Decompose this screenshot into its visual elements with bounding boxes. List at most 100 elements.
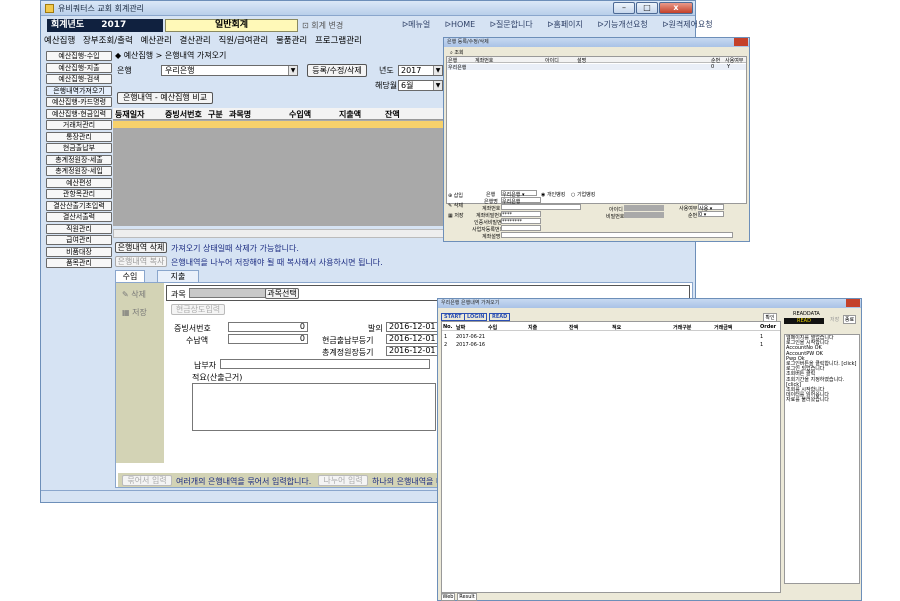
subject-select-button[interactable]: 과목선택 (265, 288, 299, 299)
form-bank-select[interactable]: 우리은행 ▾ (501, 190, 537, 198)
result-grid[interactable]: No. 날짜 수입 지출 잔액 적요 거래구분 거래금액 Order 1 201… (441, 321, 781, 593)
memo-textarea[interactable] (192, 383, 436, 431)
link-homepage[interactable]: ᐅ홈페이지 (547, 20, 589, 29)
col-no[interactable]: No. (443, 324, 453, 330)
col-balance[interactable]: 잔액 (569, 324, 578, 331)
link-remote-control[interactable]: ᐅ원격제어요청 (662, 20, 718, 29)
sidebar-item-account[interactable]: 통장관리 (46, 131, 112, 142)
tab-result[interactable]: Result (457, 593, 477, 601)
form-use-select[interactable]: 사용 ▾ (698, 204, 724, 212)
cash-input-button[interactable]: 현금상도입력 (171, 304, 225, 315)
col-type[interactable]: 구분 (208, 109, 223, 120)
minimize-button[interactable]: – (613, 2, 635, 14)
tab-expense[interactable]: 지출 (157, 270, 199, 282)
sidebar-item-expense[interactable]: 예산집행-지출 (46, 62, 112, 73)
save-button[interactable]: ▦ 저장 (448, 212, 464, 219)
col-date[interactable]: 등재일자 (115, 109, 144, 120)
col-trade-type[interactable]: 거래구분 (673, 324, 691, 331)
sidebar-item-settle-input[interactable]: 결산산출기초입력 (46, 200, 112, 211)
sidebar-item-items[interactable]: 품목관리 (46, 258, 112, 268)
form-acct-pw-input[interactable]: **** (501, 211, 541, 218)
col-trade-amount[interactable]: 거래금액 (714, 324, 732, 331)
sidebar-item-budget-plan[interactable]: 예산편성 (46, 177, 112, 188)
split-input-button[interactable]: 나누어 입력 (318, 475, 368, 486)
delete-bank-button[interactable]: 은행내역 삭제 (115, 242, 167, 253)
tool-delete[interactable]: ✎ 삭제 (122, 289, 146, 300)
search-button[interactable]: ⌕ 조회 (450, 49, 464, 56)
subject-input[interactable] (189, 288, 267, 298)
merge-input-button[interactable]: 묶어서 입력 (122, 475, 172, 486)
close-icon[interactable] (734, 38, 748, 46)
maximize-button[interactable]: □ (636, 2, 658, 14)
tab-web[interactable]: Web (441, 593, 455, 601)
chevron-down-icon[interactable]: ▼ (433, 81, 442, 90)
col-expense[interactable]: 지출액 (339, 109, 361, 120)
sidebar-item-vendor[interactable]: 거래처관리 (46, 120, 112, 130)
exit-button[interactable]: 종료 (843, 315, 856, 324)
form-cert-pw-input[interactable]: ******** (501, 218, 541, 225)
sidebar-item-ledger-in[interactable]: 총계정원장-세입 (46, 166, 112, 176)
form-order-select[interactable]: 0 ▾ (698, 211, 724, 218)
menu-budget-mgmt[interactable]: 예산관리 (140, 36, 171, 46)
menu-budget-exec[interactable]: 예산집행 (44, 36, 75, 46)
sidebar-item-ledger-out[interactable]: 총계정원장-세출 (46, 154, 112, 165)
col-desc[interactable]: 설명 (577, 57, 586, 64)
amount-input[interactable]: 0 (228, 334, 308, 344)
tool-save[interactable]: ▦ 저장 (122, 307, 147, 318)
month-select[interactable]: 6월 ▼ (398, 80, 443, 91)
col-income[interactable]: 수입 (488, 324, 497, 331)
fiscal-change-link[interactable]: ⊡ 회계 변경 (302, 20, 343, 31)
col-income[interactable]: 수입액 (289, 109, 311, 120)
bank-list-grid[interactable]: 은행 계좌번호 아이디 설명 순번 사용여부 우리은행 0 Y (446, 56, 747, 204)
radio-corp[interactable]: ○ 기업뱅킹 (571, 191, 595, 198)
sidebar-item-bank-import[interactable]: 은행내역가져오기 (46, 85, 112, 96)
col-account-no[interactable]: 계좌번호 (475, 57, 493, 64)
form-pw-input[interactable] (624, 212, 664, 218)
col-order[interactable]: 순번 (711, 57, 720, 64)
form-account-input[interactable] (501, 204, 581, 210)
form-memo-input[interactable] (501, 232, 733, 238)
radio-personal[interactable]: ◉ 개인뱅킹 (541, 191, 565, 198)
sidebar-item-fixtures[interactable]: 비품대장 (46, 246, 112, 257)
sidebar-item-cashbook[interactable]: 현금출납부 (46, 143, 112, 153)
dialog-title-bar[interactable]: 우리은행 은행내역 가져오기 (438, 299, 861, 308)
compare-button[interactable]: 은행내역 - 예산집행 비교 (117, 92, 213, 104)
col-expense[interactable]: 지출 (528, 324, 537, 331)
chevron-down-icon[interactable]: ▼ (288, 66, 297, 75)
link-home[interactable]: ᐅHOME (445, 20, 481, 29)
col-use[interactable]: 사용여부 (725, 57, 743, 64)
menu-program[interactable]: 프로그램관리 (315, 36, 362, 46)
dialog-title-bar[interactable]: 은행 등록/수정/삭제 (444, 38, 749, 47)
close-button[interactable]: x (659, 2, 693, 14)
table-row[interactable]: 우리은행 0 Y (447, 64, 746, 71)
form-id-input[interactable] (624, 205, 664, 211)
payer-input[interactable] (220, 359, 430, 369)
insert-button[interactable]: ⊕ 삽입 (448, 192, 463, 199)
sidebar-item-settle-print[interactable]: 결산서출력 (46, 212, 112, 222)
form-biz-input[interactable] (501, 225, 541, 231)
save-button[interactable]: 저장 (830, 316, 839, 323)
col-balance[interactable]: 잔액 (385, 109, 400, 120)
sidebar-item-income[interactable]: 예산집행-수입 (46, 51, 112, 61)
link-question[interactable]: ᐅ질문합니다 (490, 20, 539, 29)
col-id[interactable]: 아이디 (545, 57, 559, 64)
col-memo[interactable]: 적요 (612, 324, 621, 331)
table-row[interactable]: 2 2017-06-16 1 (442, 342, 780, 349)
tab-income[interactable]: 수입 (115, 270, 145, 282)
form-bankname-input[interactable]: 우리은행 (501, 197, 541, 205)
col-order[interactable]: Order (760, 324, 776, 330)
close-icon[interactable] (846, 299, 860, 307)
sidebar-item-subject[interactable]: 관항목관리 (46, 189, 112, 199)
sidebar-item-search[interactable]: 예산집행-검색 (46, 74, 112, 84)
col-bank[interactable]: 은행 (448, 57, 457, 64)
menu-goods[interactable]: 물품관리 (276, 36, 307, 46)
login-button[interactable]: LOGIN (464, 313, 488, 321)
menu-ledger[interactable]: 장부조회/출력 (83, 36, 133, 46)
sidebar-item-payroll[interactable]: 급여관리 (46, 235, 112, 245)
log-panel[interactable]: 웹페이지를 열었습니다 로그인을 시작합니다 AccountNo OK Acco… (784, 334, 860, 584)
menu-settlement[interactable]: 결산관리 (179, 36, 210, 46)
link-manual[interactable]: ᐅ메뉴얼 (402, 20, 436, 29)
year-select[interactable]: 2017 ▼ (398, 65, 443, 76)
start-button[interactable]: START (441, 313, 465, 321)
sidebar-item-staff[interactable]: 직원관리 (46, 223, 112, 234)
